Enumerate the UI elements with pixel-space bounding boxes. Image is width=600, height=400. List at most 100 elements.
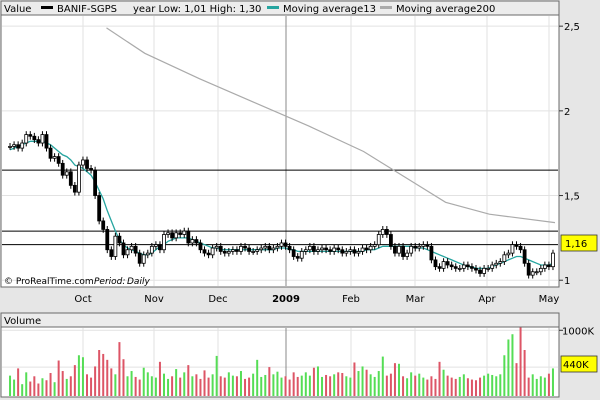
volume-bar — [402, 376, 405, 396]
last-price-label: 1,16 — [565, 239, 587, 250]
volume-bar — [495, 376, 498, 396]
legend-swatch-banif — [41, 6, 53, 9]
volume-bar — [53, 382, 56, 396]
volume-bar — [316, 366, 319, 396]
legend-ma200: Moving average200 — [396, 4, 495, 15]
volume-bar — [21, 384, 24, 396]
x-tick-label: Feb — [342, 294, 360, 305]
candle — [113, 232, 118, 260]
volume-bar — [110, 368, 113, 396]
volume-bar — [248, 377, 251, 396]
volume-bar — [470, 379, 473, 396]
volume-bar — [167, 378, 170, 396]
volume-bar — [73, 365, 76, 396]
volume-bar — [57, 360, 60, 396]
volume-bar — [29, 381, 32, 396]
volume-bar — [551, 368, 554, 396]
volume-bar — [239, 371, 242, 396]
volume-bar — [414, 375, 417, 396]
volume-bar — [325, 374, 328, 396]
volume-bar — [13, 379, 16, 396]
candle — [429, 242, 434, 264]
volume-bar — [288, 379, 291, 396]
volume-bar — [187, 365, 190, 396]
volume-bar — [37, 383, 40, 396]
volume-bar — [462, 374, 465, 396]
volume-bar — [349, 377, 352, 396]
volume-bar — [69, 376, 72, 396]
volume-bar — [491, 374, 494, 396]
volume-bar — [292, 372, 295, 396]
candle — [44, 131, 49, 152]
x-tick-label: Oct — [74, 294, 91, 305]
volume-bar — [474, 380, 477, 396]
candle — [93, 166, 98, 199]
volume-bar — [235, 376, 238, 396]
volume-bar — [138, 379, 141, 396]
volume-bar — [535, 378, 538, 396]
volume-bar — [418, 373, 421, 396]
volume-y-axis: 1000K — [559, 326, 594, 337]
volume-bar — [183, 372, 186, 396]
volume-bar — [41, 378, 44, 396]
volume-bar — [130, 371, 133, 396]
volume-bar — [45, 380, 48, 396]
volume-bar — [231, 375, 234, 396]
volume-bar — [171, 376, 174, 396]
candle — [522, 246, 527, 267]
x-tick-label: Mar — [406, 294, 426, 305]
y-tick-label: 2,5 — [564, 22, 580, 33]
volume-bar — [122, 359, 125, 396]
volume-bar — [296, 376, 299, 396]
volume-bar — [284, 376, 287, 396]
volume-bar — [438, 361, 441, 396]
volume-bar — [446, 375, 449, 396]
volume-bar — [321, 376, 324, 396]
volume-bar — [126, 376, 129, 396]
volume-bar — [98, 350, 101, 396]
volume-bar — [337, 372, 340, 396]
footer-period-label: Period: — [94, 277, 125, 287]
volume-bar — [308, 375, 311, 396]
volume-bar — [61, 371, 64, 396]
volume-bar — [260, 376, 263, 396]
volume-bar — [479, 377, 482, 396]
volume-bar — [86, 374, 89, 396]
x-tick-label: Nov — [144, 294, 164, 305]
volume-bar — [511, 334, 514, 396]
volume-bar — [134, 376, 137, 396]
volume-bar — [106, 359, 109, 396]
legend-swatch-ma13 — [267, 6, 279, 9]
x-tick-label: Apr — [478, 294, 496, 305]
volume-bar — [341, 373, 344, 396]
volume-bar — [466, 378, 469, 396]
volume-legend-bar — [0, 312, 560, 328]
volume-bar — [365, 369, 368, 396]
volume-bar — [377, 371, 380, 396]
volume-bar — [543, 377, 546, 396]
volume-bar — [9, 375, 12, 396]
volume-bar — [203, 370, 206, 396]
volume-bar — [389, 373, 392, 396]
volume-bar — [77, 355, 80, 396]
volume-bar — [142, 367, 145, 396]
volume-bar — [410, 372, 413, 396]
volume-bar — [252, 373, 255, 396]
candle — [551, 249, 555, 271]
volume-bar — [426, 379, 429, 396]
volume-bar — [385, 375, 388, 396]
volume-bar — [81, 357, 84, 396]
volume-bar — [276, 371, 279, 396]
volume-bar — [175, 369, 178, 396]
legend-swatch-ma200 — [380, 6, 392, 9]
volume-bar — [264, 374, 267, 396]
volume-bar — [333, 374, 336, 396]
volume-bar — [547, 373, 550, 396]
volume-bar — [114, 374, 117, 396]
volume-bar — [154, 377, 157, 396]
legend-banif: BANIF-SGPS — [57, 4, 117, 15]
x-tick-label: May — [539, 294, 560, 305]
volume-bar — [304, 372, 307, 396]
volume-bar — [146, 372, 149, 396]
volume-title: Volume — [4, 316, 41, 327]
